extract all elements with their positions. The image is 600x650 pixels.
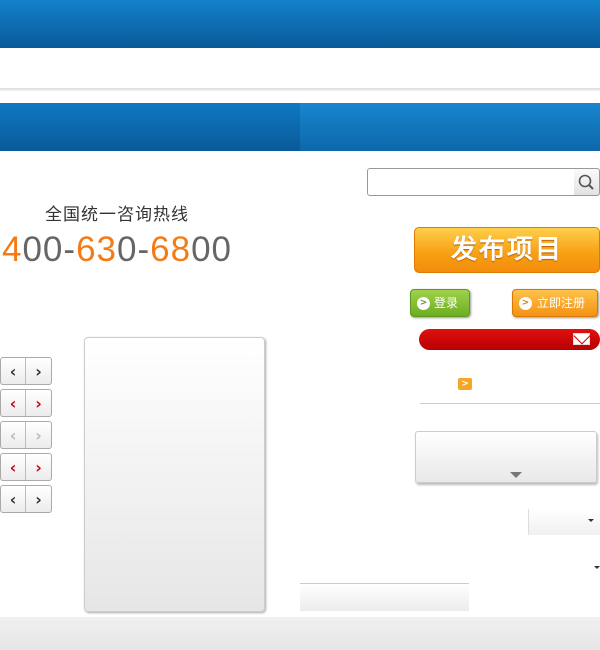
prev-button[interactable]: ‹ — [1, 422, 26, 448]
header-divider — [0, 88, 600, 91]
phone-part: 0- — [117, 230, 151, 269]
pager-control: ‹ › — [0, 389, 52, 417]
top-header-bar — [0, 0, 600, 48]
prev-button[interactable]: ‹ — [1, 486, 26, 512]
mail-icon[interactable] — [573, 333, 590, 345]
next-button[interactable]: › — [26, 358, 51, 384]
chevron-down-icon — [588, 519, 594, 522]
register-button[interactable]: > 立即注册 — [512, 289, 598, 317]
pager-control: ‹ › — [0, 453, 52, 481]
publish-project-button[interactable]: 发布项目 — [414, 227, 600, 273]
chevron-right-icon: > — [417, 297, 430, 310]
login-button[interactable]: > 登录 — [410, 289, 470, 317]
section-divider — [420, 403, 600, 404]
prev-button[interactable]: ‹ — [1, 358, 26, 384]
hotline-number: 400-630-6800 — [2, 230, 232, 270]
search-icon — [578, 174, 594, 190]
register-label: 立即注册 — [537, 296, 586, 310]
pager-control: ‹ › — [0, 485, 52, 513]
phone-part: 00 — [191, 230, 232, 269]
search-button[interactable] — [574, 168, 600, 196]
next-button[interactable]: › — [26, 454, 51, 480]
pager-control: ‹ › — [0, 357, 52, 385]
category-dropdown[interactable] — [415, 431, 597, 483]
phone-part: 68 — [150, 230, 192, 269]
pager-control: ‹ › — [0, 421, 52, 449]
chevron-right-icon[interactable]: > — [458, 378, 472, 390]
chevron-down-icon — [510, 472, 522, 478]
prev-button[interactable]: ‹ — [1, 454, 26, 480]
nav-highlight-section[interactable] — [300, 103, 600, 151]
search-input[interactable] — [367, 168, 575, 196]
next-button[interactable]: › — [26, 486, 51, 512]
content-panel — [84, 337, 265, 612]
phone-part: 63 — [76, 230, 117, 269]
hotline-label: 全国统一咨询热线 — [45, 205, 189, 225]
chevron-right-icon: > — [519, 297, 532, 310]
phone-part: 00- — [22, 230, 77, 269]
phone-part: 4 — [2, 230, 23, 269]
small-select[interactable] — [528, 509, 600, 535]
chevron-down-icon[interactable] — [594, 566, 600, 569]
tab-strip[interactable] — [300, 583, 469, 611]
next-button[interactable]: › — [26, 390, 51, 416]
prev-button[interactable]: ‹ — [1, 390, 26, 416]
footer-bar — [0, 617, 600, 650]
next-button[interactable]: › — [26, 422, 51, 448]
login-label: 登录 — [434, 296, 459, 310]
